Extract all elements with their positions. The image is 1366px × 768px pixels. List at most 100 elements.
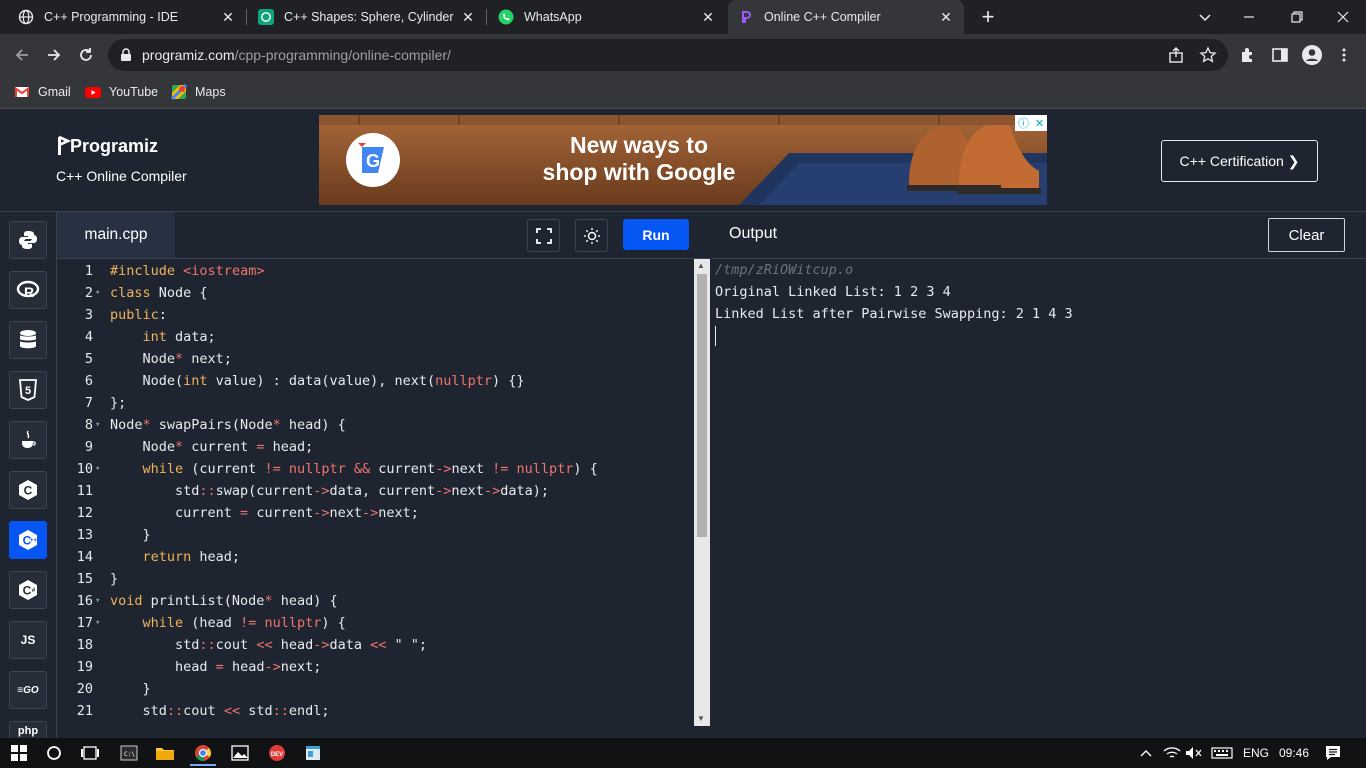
fullscreen-icon[interactable]: [527, 219, 560, 252]
tab-search-icon[interactable]: [1196, 8, 1214, 26]
address-bar[interactable]: programiz.com/cpp-programming/online-com…: [108, 39, 1228, 71]
clear-button[interactable]: Clear: [1268, 218, 1345, 252]
touch-keyboard-icon[interactable]: [1209, 742, 1235, 764]
search-icon[interactable]: [44, 742, 64, 764]
svg-text:G: G: [366, 151, 380, 171]
file-explorer-icon[interactable]: [154, 742, 176, 764]
line-number: 1: [84, 263, 93, 279]
bookmark-star-icon[interactable]: [1199, 46, 1217, 69]
input-language[interactable]: ENG: [1240, 742, 1272, 764]
go-icon[interactable]: ≡GO: [9, 671, 47, 709]
code-line: class Node {: [110, 285, 208, 301]
side-panel-icon[interactable]: [1267, 42, 1293, 68]
code-line: Node* next;: [110, 351, 232, 367]
task-view-icon[interactable]: [79, 742, 101, 764]
csharp-icon[interactable]: C #: [9, 571, 47, 609]
show-hidden-icons-chevron-icon[interactable]: [1138, 742, 1154, 764]
tab-whatsapp[interactable]: WhatsApp ✕: [488, 0, 726, 34]
output-console[interactable]: /tmp/zRiOWitcup.o Original Linked List: …: [711, 259, 1366, 738]
code-line: }: [110, 681, 151, 697]
extensions-icon[interactable]: [1235, 42, 1261, 68]
theme-toggle-sun-icon[interactable]: [575, 219, 608, 252]
share-icon[interactable]: [1167, 46, 1185, 69]
gmail-icon: [14, 84, 30, 100]
windows-taskbar: C:\ DEV ENG 09:46: [0, 738, 1366, 768]
windows-start-icon[interactable]: [9, 742, 29, 764]
wifi-icon[interactable]: [1162, 742, 1182, 764]
code-line: public:: [110, 307, 167, 323]
notifications-icon[interactable]: [1322, 742, 1344, 764]
close-window-icon[interactable]: [1334, 8, 1352, 26]
browser-menu-icon[interactable]: [1331, 42, 1357, 68]
bookmark-youtube[interactable]: YouTube: [85, 82, 158, 102]
system-clock[interactable]: 09:46: [1276, 742, 1312, 764]
line-number: 10: [76, 461, 93, 477]
scroll-up-arrow[interactable]: ▲: [697, 261, 705, 270]
line-number: 18: [76, 637, 93, 653]
code-line: }: [110, 527, 151, 543]
c-icon[interactable]: C: [9, 471, 47, 509]
html-icon[interactable]: 5: [9, 371, 47, 409]
close-tab-icon[interactable]: ✕: [700, 9, 716, 25]
php-icon[interactable]: php: [9, 721, 47, 739]
volume-muted-icon[interactable]: [1184, 742, 1204, 764]
url-path: /cpp-programming/online-compiler/: [234, 47, 451, 63]
code-editor[interactable]: 1 #include <iostream> 2 ▾ class Node {3 publi…: [57, 259, 695, 738]
line-number: 19: [76, 659, 93, 675]
profile-avatar-icon[interactable]: [1299, 42, 1325, 68]
fold-toggle-icon[interactable]: ▾: [95, 596, 100, 606]
sql-icon[interactable]: [9, 321, 47, 359]
bookmark-maps[interactable]: Maps: [170, 82, 226, 102]
cpp-icon[interactable]: C ++: [9, 521, 47, 559]
ad-close-icon[interactable]: ✕: [1035, 117, 1044, 130]
ad-info-icon[interactable]: ⓘ: [1018, 115, 1029, 131]
close-tab-icon[interactable]: ✕: [460, 9, 476, 25]
programiz-logo[interactable]: Programiz: [56, 135, 158, 157]
file-tab-main-cpp[interactable]: main.cpp: [57, 212, 175, 258]
ad-choices[interactable]: ⓘ ✕: [1015, 115, 1047, 131]
dev-app-icon[interactable]: DEV: [266, 742, 288, 764]
svg-text:C: C: [23, 584, 32, 598]
code-line: current = current->next->next;: [110, 505, 419, 521]
python-icon[interactable]: [9, 221, 47, 259]
new-tab-button[interactable]: +: [977, 6, 999, 28]
java-icon[interactable]: [9, 421, 47, 459]
terminal-app-icon[interactable]: C:\: [118, 742, 140, 764]
browser-toolbar: programiz.com/cpp-programming/online-com…: [0, 34, 1366, 76]
tab-separator: [246, 9, 247, 25]
fold-toggle-icon[interactable]: ▾: [95, 618, 100, 628]
minimize-icon[interactable]: [1240, 8, 1258, 26]
close-tab-icon[interactable]: ✕: [938, 9, 954, 25]
lock-icon[interactable]: [120, 48, 132, 67]
bookmark-gmail[interactable]: Gmail: [14, 82, 71, 102]
javascript-icon[interactable]: JS: [9, 621, 47, 659]
cpp-certification-button[interactable]: C++ Certification ❯: [1161, 140, 1318, 182]
run-button[interactable]: Run: [623, 219, 689, 250]
chrome-taskbar-icon[interactable]: [190, 742, 216, 766]
tab-online-cpp-compiler[interactable]: Online C++ Compiler ✕: [728, 0, 964, 34]
notepad-app-icon[interactable]: [302, 742, 324, 764]
line-number: 11: [76, 483, 93, 499]
code-line: void printList(Node* head) {: [110, 593, 338, 609]
ad-line-1: New ways to: [569, 132, 709, 158]
globe-icon: [18, 9, 34, 25]
r-icon[interactable]: R: [9, 271, 47, 309]
close-tab-icon[interactable]: ✕: [220, 9, 236, 25]
fold-toggle-icon[interactable]: ▾: [95, 288, 100, 298]
fold-toggle-icon[interactable]: ▾: [95, 464, 100, 474]
tab-cpp-shapes[interactable]: C++ Shapes: Sphere, Cylinder ✕: [248, 0, 486, 34]
fold-toggle-icon[interactable]: ▾: [95, 420, 100, 430]
code-line: Node* current = head;: [110, 439, 314, 455]
bookmark-label: Maps: [195, 85, 226, 99]
scrollbar-thumb[interactable]: [697, 274, 707, 537]
tab-cpp-programming-ide[interactable]: C++ Programming - IDE ✕: [0, 0, 246, 34]
editor-scrollbar[interactable]: ▲ ▼: [694, 259, 710, 726]
advertisement-banner[interactable]: G New ways to shop with Google ⓘ ✕: [319, 115, 1047, 205]
back-icon[interactable]: [9, 42, 35, 68]
line-number: 9: [84, 439, 93, 455]
scroll-down-arrow[interactable]: ▼: [697, 714, 705, 723]
photos-app-icon[interactable]: [229, 742, 251, 764]
forward-icon[interactable]: [41, 42, 67, 68]
reload-icon[interactable]: [73, 42, 99, 68]
restore-icon[interactable]: [1288, 8, 1306, 26]
